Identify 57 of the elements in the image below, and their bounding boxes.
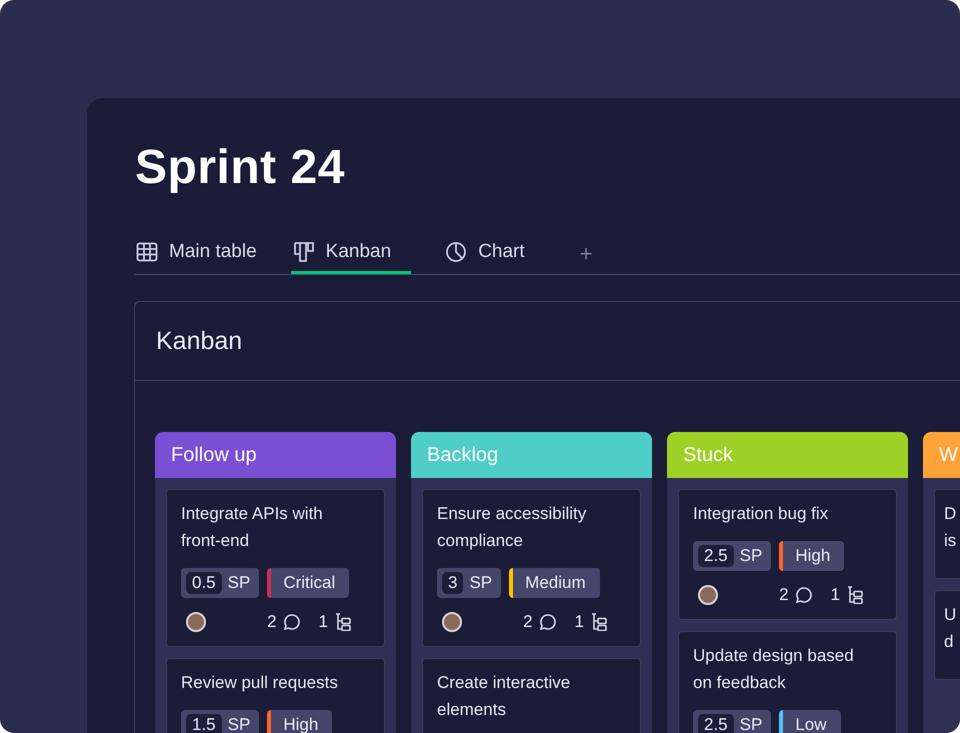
comment-icon[interactable] — [282, 613, 301, 631]
subitem-count: 1 — [318, 612, 328, 632]
story-points-unit: SP — [469, 573, 492, 593]
comment-icon[interactable] — [794, 586, 813, 604]
card-title: Review pull requests — [181, 672, 339, 694]
avatar-icon — [698, 585, 718, 605]
card-title: U d — [944, 604, 958, 653]
story-points-value: 2.5 — [698, 545, 734, 567]
task-card[interactable]: Ensure accessibility compliance 3 SP Medium 2 1 — [422, 489, 641, 647]
column-header: Backlog — [411, 432, 652, 478]
comment-count: 2 — [523, 612, 533, 632]
story-points-value: 0.5 — [186, 572, 222, 594]
comment-icon[interactable] — [538, 613, 557, 631]
subitems-icon[interactable] — [334, 613, 352, 631]
comment-count: 2 — [267, 612, 277, 632]
card-title: Ensure accessibility compliance — [437, 503, 588, 552]
task-card[interactable]: Create interactive elements — [422, 658, 641, 733]
column-header: Follow up — [155, 432, 396, 478]
subitems-icon[interactable] — [846, 586, 864, 604]
subitem-count: 1 — [574, 612, 584, 632]
page-title: Sprint 24 — [135, 140, 346, 196]
card-title: Integrate APIs with front-end — [181, 503, 324, 552]
card-title: Create interactive elements — [437, 672, 572, 721]
priority-tag: Critical — [267, 568, 350, 598]
view-tab[interactable]: Main table — [134, 232, 259, 274]
comment-count: 2 — [779, 585, 789, 605]
kanban-icon — [292, 240, 315, 262]
task-card[interactable]: U d — [934, 590, 960, 680]
story-points-unit: SP — [740, 715, 762, 733]
table-icon — [136, 242, 158, 262]
add-view-button[interactable]: + — [574, 234, 599, 274]
priority-tag: Medium — [509, 568, 600, 598]
subitems-icon[interactable] — [590, 613, 608, 631]
card-title: Integration bug fix — [693, 503, 830, 525]
story-points-unit: SP — [228, 715, 250, 733]
column-header: Stuck — [667, 432, 908, 478]
task-card[interactable]: Integration bug fix 2.5 SP High 2 1 — [678, 489, 897, 620]
card-title: Update design based on feedback — [693, 645, 855, 694]
priority-tag: High — [779, 541, 844, 571]
pie-chart-icon — [445, 240, 468, 262]
column-header: W — [923, 432, 960, 478]
avatar-icon — [186, 612, 206, 632]
card-title: D is — [944, 503, 958, 552]
view-tab[interactable]: Kanban — [290, 232, 412, 274]
task-card[interactable]: Integrate APIs with front-end 0.5 SP Critical 2 1 — [166, 489, 385, 647]
story-points-value: 2.5 — [698, 714, 734, 733]
board-title: Kanban — [156, 326, 242, 356]
view-tab[interactable]: Chart — [443, 232, 527, 274]
priority-tag: Low — [779, 710, 841, 733]
subitem-count: 1 — [830, 585, 840, 605]
story-points-value: 3 — [442, 572, 464, 594]
task-card[interactable]: D is — [934, 489, 960, 579]
story-points-unit: SP — [228, 573, 250, 593]
task-card[interactable]: Update design based on feedback 2.5 SP Low — [678, 631, 897, 733]
story-points-unit: SP — [740, 546, 762, 566]
story-points-value: 1.5 — [186, 714, 222, 733]
avatar-icon — [442, 612, 462, 632]
